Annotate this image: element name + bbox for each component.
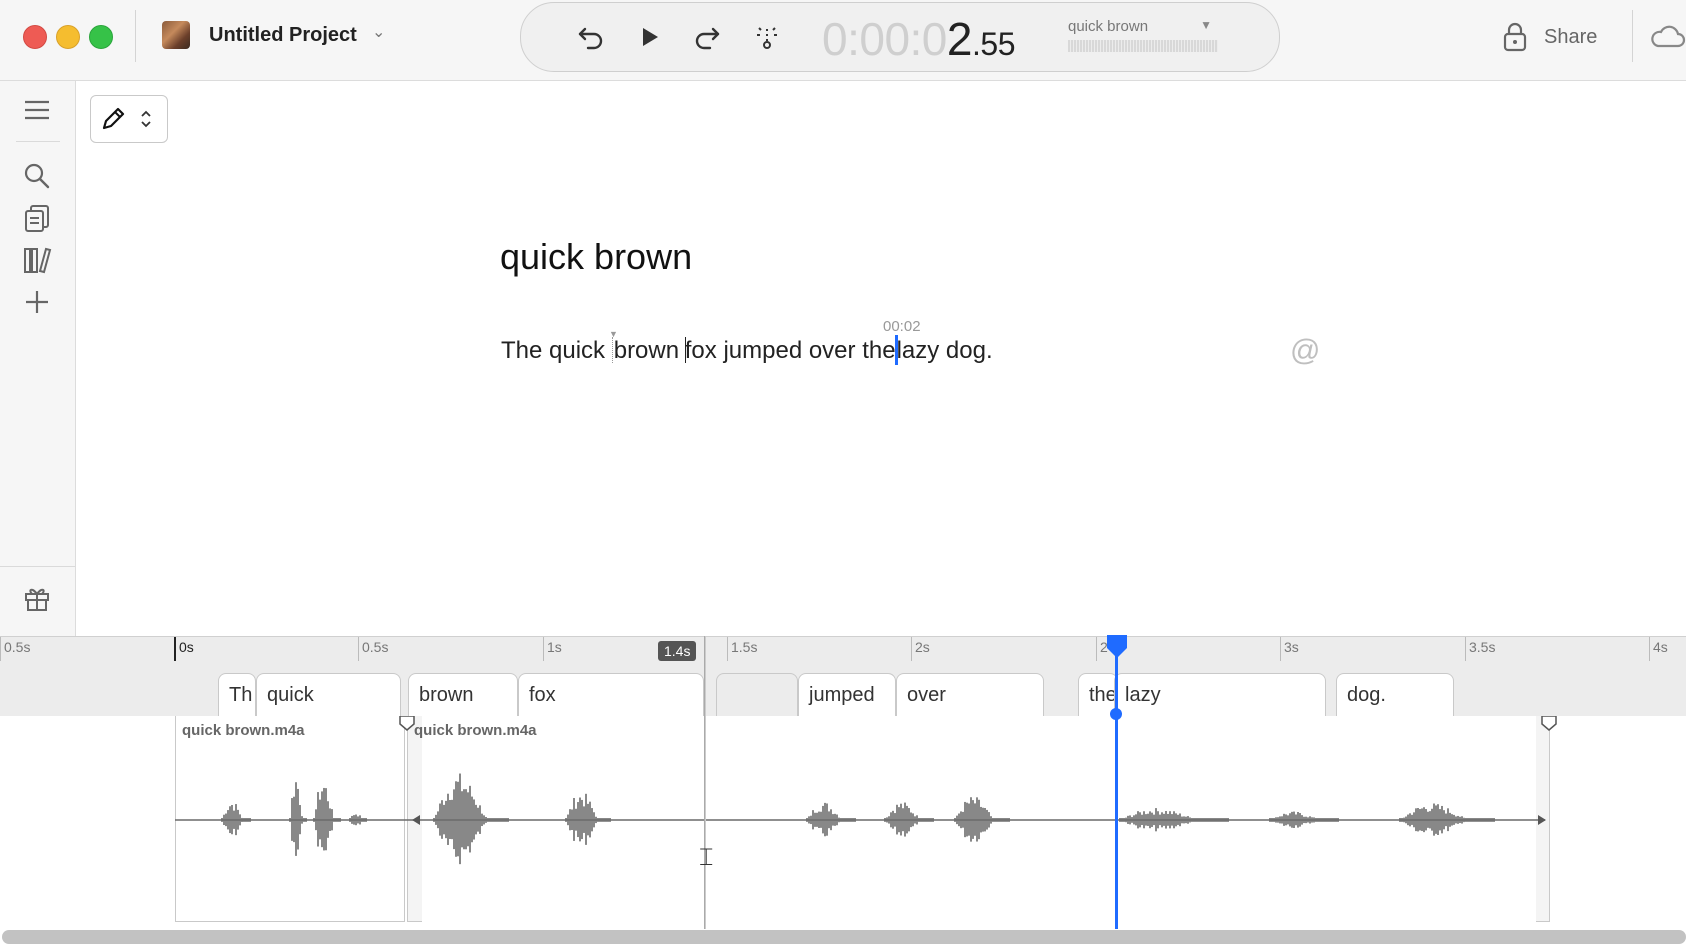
skip-back-icon[interactable]	[575, 21, 607, 53]
selection-line[interactable]	[704, 636, 706, 929]
ruler-label: 0.5s	[362, 639, 389, 655]
gift-icon[interactable]	[22, 583, 52, 613]
sidebar-divider	[0, 566, 75, 567]
ruler-tick: 0.5s	[0, 637, 30, 661]
playhead-dot	[1110, 708, 1122, 720]
scene-label: quick brown	[1068, 18, 1149, 35]
ruler-tick: 1.5s	[727, 637, 757, 661]
timecode-display: 0:00:02.55	[822, 12, 1015, 66]
ibeam-cursor-icon: ⌶	[699, 844, 714, 871]
waveform	[175, 716, 1557, 865]
search-icon[interactable]	[22, 161, 52, 191]
word-block[interactable]: brown	[408, 673, 518, 716]
ruler-label: 4s	[1653, 639, 1668, 655]
word-block-label: dog.	[1347, 684, 1386, 706]
close-window-button[interactable]	[23, 25, 47, 49]
timecode-dim: 0:00:0	[822, 13, 947, 65]
ruler-label: 0.5s	[4, 639, 31, 655]
word-block-label: Th	[229, 684, 253, 706]
divider	[135, 10, 136, 62]
word-block-label: jumped	[809, 684, 875, 706]
divider	[1632, 10, 1633, 62]
ruler-tick: 2	[1096, 637, 1108, 661]
ruler-tick: 3s	[1280, 637, 1299, 661]
transcript-word[interactable]: lazy dog.	[897, 337, 993, 364]
ruler-label: 2s	[915, 639, 930, 655]
ruler-tick: 3.5s	[1465, 637, 1495, 661]
document-title[interactable]: quick brown	[500, 236, 692, 278]
chevron-updown-icon	[141, 110, 151, 128]
share-label: Share	[1544, 26, 1598, 48]
lock-icon	[1503, 22, 1527, 52]
skip-forward-icon[interactable]	[691, 21, 723, 53]
title-bar: Untitled Project ⌄ 0:00:02.55 quick brow…	[0, 0, 1686, 81]
word-block-label: brown	[419, 684, 474, 706]
transcript-word[interactable]: fox jumped over the	[685, 337, 896, 364]
sidebar-divider	[16, 141, 60, 142]
scene-dropdown[interactable]: quick brown ▼	[1068, 16, 1220, 60]
project-title[interactable]: Untitled Project	[209, 24, 357, 47]
chevron-down-icon[interactable]: ⌄	[372, 22, 385, 42]
word-timestamp: 00:02	[883, 318, 921, 335]
ruler-label: 1s	[547, 639, 562, 655]
word-block[interactable]: lazy	[1114, 673, 1326, 716]
word-block[interactable]: jumped	[798, 673, 896, 716]
word-block-label: over	[907, 684, 946, 706]
tool-picker[interactable]	[90, 95, 168, 143]
ruler-label: 3.5s	[1469, 639, 1496, 655]
word-block[interactable]: dog.	[1336, 673, 1454, 716]
word-block-label: lazy	[1125, 684, 1161, 706]
ruler-tick: 2s	[911, 637, 930, 661]
timecode-fraction: .55	[972, 26, 1015, 62]
transcript-text[interactable]: The quick brown fox jumped over thelazy …	[501, 335, 993, 365]
horizontal-scrollbar[interactable]	[2, 930, 1686, 944]
transcript-word[interactable]: brown	[614, 337, 686, 364]
minimize-window-button[interactable]	[56, 25, 80, 49]
word-block[interactable]: quick	[256, 673, 401, 716]
add-icon[interactable]	[22, 287, 52, 317]
skip-silence-icon[interactable]	[751, 21, 783, 53]
menu-icon[interactable]	[22, 95, 52, 125]
word-block[interactable]: over	[896, 673, 1044, 716]
level-meter	[1068, 40, 1218, 52]
ruler-tick: 1s	[543, 637, 562, 661]
word-block-label: the	[1089, 684, 1117, 706]
word-lane: Th quick brown fox jumped over the lazy …	[0, 661, 1686, 716]
sidebar	[0, 81, 76, 636]
ruler-label: 0s	[179, 639, 194, 655]
ruler-tick: 0.5s	[358, 637, 388, 661]
documents-icon[interactable]	[22, 203, 52, 233]
pencil-icon	[102, 107, 125, 130]
dropdown-arrow-icon: ▼	[1200, 18, 1212, 32]
ruler-label: 3s	[1284, 639, 1299, 655]
timeline[interactable]: 0.5s 0s 0.5s 1s 1.5s 2s 2 3s 3.5s 4s 1.4…	[0, 634, 1686, 948]
ruler-tick: 0s	[174, 637, 194, 661]
ruler-label: 1.5s	[731, 639, 758, 655]
playhead-handle-icon[interactable]	[1106, 634, 1128, 660]
word-block-label: quick	[267, 684, 314, 706]
library-icon[interactable]	[22, 245, 52, 275]
word-block[interactable]: Th	[218, 673, 256, 716]
maximize-window-button[interactable]	[89, 25, 113, 49]
gap-block[interactable]	[716, 673, 798, 716]
ruler-tick: 4s	[1649, 637, 1668, 661]
mention-icon[interactable]: @	[1290, 334, 1320, 368]
word-block-label: fox	[529, 684, 556, 706]
project-avatar[interactable]	[162, 21, 190, 49]
timecode-seconds: 2	[946, 13, 973, 65]
play-icon[interactable]	[633, 21, 665, 53]
time-ruler[interactable]: 0.5s 0s 0.5s 1s 1.5s 2s 2 3s 3.5s 4s 1.4…	[0, 636, 1686, 662]
cloud-icon[interactable]	[1648, 20, 1686, 52]
playhead[interactable]	[1115, 636, 1118, 929]
selection-duration-badge: 1.4s	[658, 641, 697, 661]
word-block[interactable]: fox	[518, 673, 704, 716]
transcript-word[interactable]: The quick	[501, 337, 612, 364]
